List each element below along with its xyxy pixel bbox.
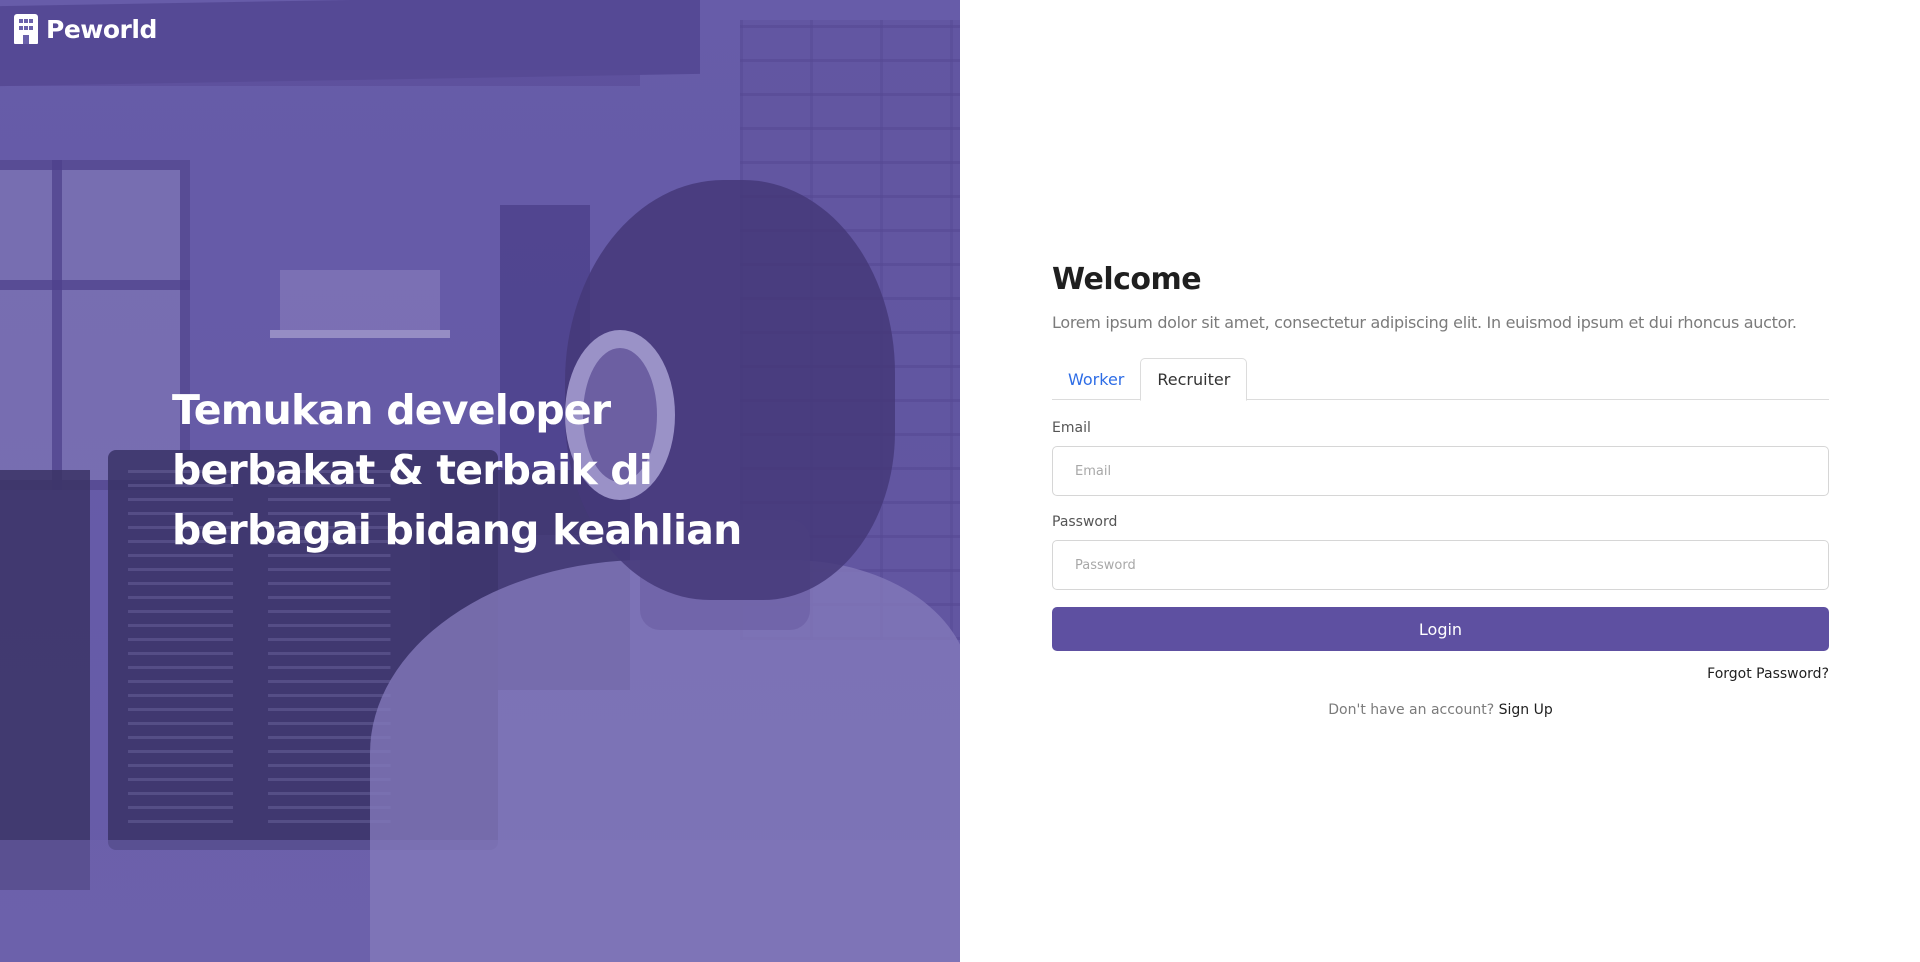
building-icon [14, 14, 38, 44]
brand-logo[interactable]: Peworld [14, 14, 157, 44]
email-label: Email [1052, 420, 1091, 436]
tab-recruiter[interactable]: Recruiter [1140, 358, 1248, 401]
signup-row: Don't have an account? Sign Up [1052, 702, 1829, 718]
login-panel: Welcome Lorem ipsum dolor sit amet, cons… [960, 0, 1920, 962]
signup-prompt: Don't have an account? [1328, 702, 1495, 718]
forgot-password-row: Forgot Password? [1052, 663, 1829, 682]
login-form: Welcome Lorem ipsum dolor sit amet, cons… [1052, 262, 1829, 718]
password-label: Password [1052, 514, 1118, 530]
login-button[interactable]: Login [1052, 607, 1829, 651]
page-title: Welcome [1052, 262, 1202, 297]
hero-headline: Temukan developer berbakat & terbaik di … [172, 386, 742, 554]
signup-link[interactable]: Sign Up [1499, 702, 1553, 718]
role-tabs: Worker Recruiter [1052, 358, 1829, 401]
brand-name: Peworld [46, 14, 157, 44]
tab-worker[interactable]: Worker [1052, 358, 1140, 400]
page-subtitle: Lorem ipsum dolor sit amet, consectetur … [1052, 313, 1797, 332]
forgot-password-link[interactable]: Forgot Password? [1707, 666, 1829, 682]
hero-panel: Peworld Temukan developer berbakat & ter… [0, 0, 960, 962]
password-field[interactable] [1052, 540, 1829, 590]
email-field[interactable] [1052, 446, 1829, 496]
